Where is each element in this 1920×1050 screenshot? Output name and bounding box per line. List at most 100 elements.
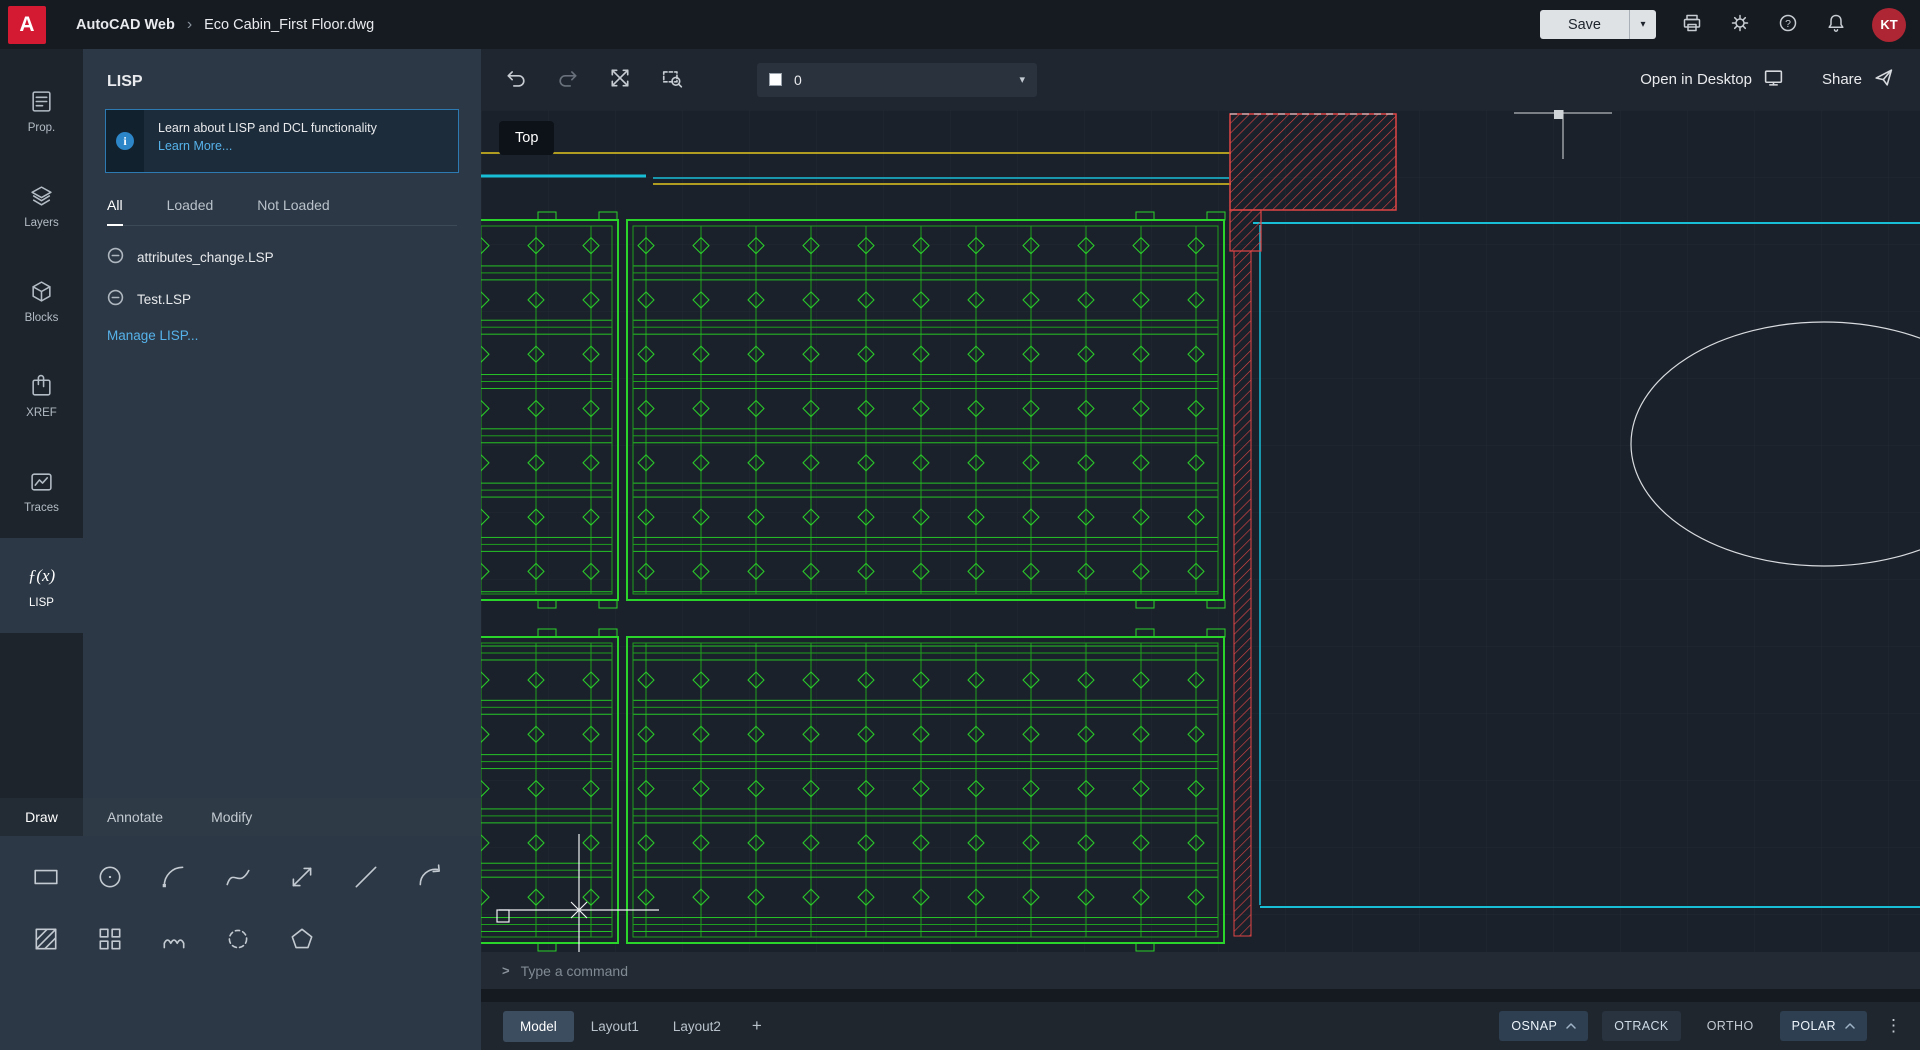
arc-tool-button[interactable] [154, 858, 194, 898]
rectangle-icon [32, 863, 60, 894]
tab-not-loaded[interactable]: Not Loaded [257, 197, 329, 225]
left-column: Prop. Layers Blocks XREF [0, 49, 481, 1050]
breadcrumb-app-name[interactable]: AutoCAD Web [76, 17, 175, 33]
circle-minus-icon[interactable] [107, 247, 124, 267]
status-menu-button[interactable]: ⋮ [1885, 1016, 1902, 1036]
otrack-toggle[interactable]: OTRACK [1602, 1011, 1681, 1041]
sidebar-item-label: Traces [24, 502, 59, 514]
share-button[interactable]: Share [1822, 67, 1894, 92]
tab-layout1[interactable]: Layout1 [574, 1011, 656, 1042]
svg-text:?: ? [1785, 18, 1791, 30]
list-item[interactable]: attributes_change.LSP [83, 236, 481, 278]
array-icon [96, 925, 124, 956]
undo-button[interactable] [503, 67, 529, 93]
sidebar-item-traces[interactable]: Traces [0, 443, 83, 538]
redo-icon [557, 67, 579, 92]
lisp-panel: LISP i Learn about LISP and DCL function… [83, 49, 481, 798]
undo-icon [505, 67, 527, 92]
blocks-icon [28, 278, 55, 305]
rectangle-tool-button[interactable] [26, 858, 66, 898]
zoom-extents-button[interactable] [607, 67, 633, 93]
bell-icon [1826, 13, 1846, 36]
polar-label: POLAR [1792, 1019, 1836, 1033]
panel-title: LISP [107, 73, 481, 91]
sidebar-item-properties[interactable]: Prop. [0, 63, 83, 158]
polygon-tool-button[interactable] [282, 920, 322, 960]
arc-icon [160, 863, 188, 894]
redo-button[interactable] [555, 67, 581, 93]
layer-value: 0 [794, 72, 802, 88]
osnap-toggle[interactable]: OSNAP [1499, 1011, 1588, 1041]
kebab-icon: ⋮ [1885, 1016, 1902, 1035]
tab-loaded[interactable]: Loaded [167, 197, 214, 225]
lisp-icon: ƒ(x) [28, 563, 55, 590]
donut-tool-button[interactable] [218, 920, 258, 960]
ortho-toggle[interactable]: ORTHO [1695, 1011, 1766, 1041]
drawing-canvas[interactable]: Top [481, 110, 1920, 952]
chevron-up-icon[interactable] [1845, 1023, 1855, 1029]
manage-lisp-link[interactable]: Manage LISP... [107, 328, 457, 343]
tab-all[interactable]: All [107, 197, 123, 226]
tab-layout2[interactable]: Layout2 [656, 1011, 738, 1042]
line-icon [352, 863, 380, 894]
notifications-button[interactable] [1824, 13, 1848, 37]
breadcrumb: AutoCAD Web › Eco Cabin_First Floor.dwg [76, 16, 374, 34]
circle-minus-icon[interactable] [107, 289, 124, 309]
osnap-label: OSNAP [1511, 1019, 1557, 1033]
otrack-label: OTRACK [1614, 1019, 1669, 1033]
sidebar-item-lisp[interactable]: ƒ(x) LISP [0, 538, 83, 633]
revision-cloud-icon [160, 925, 188, 956]
arc-segment-tool-button[interactable] [410, 858, 450, 898]
sidebar-item-blocks[interactable]: Blocks [0, 253, 83, 348]
sidebar-item-label: LISP [29, 597, 54, 609]
revision-cloud-tool-button[interactable] [154, 920, 194, 960]
lisp-file-name: Test.LSP [137, 292, 191, 307]
open-in-desktop-button[interactable]: Open in Desktop [1640, 67, 1784, 92]
hatch-tool-button[interactable] [26, 920, 66, 960]
chevron-up-icon[interactable] [1566, 1023, 1576, 1029]
zoom-extents-icon [609, 67, 631, 92]
app-window: A AutoCAD Web › Eco Cabin_First Floor.dw… [0, 0, 1920, 1050]
zoom-window-button[interactable] [659, 67, 685, 93]
monitor-icon [1763, 67, 1784, 92]
command-placeholder: Type a command [521, 963, 628, 979]
help-button[interactable]: ? [1776, 13, 1800, 37]
chevron-down-icon: ▾ [1640, 19, 1645, 30]
gear-icon [1730, 13, 1750, 36]
open-in-desktop-label: Open in Desktop [1640, 71, 1752, 88]
tool-row [14, 858, 467, 898]
print-icon [1682, 13, 1702, 36]
info-icon: i [116, 132, 134, 150]
tab-modify[interactable]: Modify [187, 798, 276, 836]
construction-line-tool-button[interactable] [282, 858, 322, 898]
array-tool-button[interactable] [90, 920, 130, 960]
sidebar-item-xref[interactable]: XREF [0, 348, 83, 443]
zoom-window-icon [661, 67, 683, 92]
circle-tool-button[interactable] [90, 858, 130, 898]
tab-draw[interactable]: Draw [0, 798, 83, 836]
lisp-info-box: i Learn about LISP and DCL functionality… [105, 109, 459, 173]
spline-tool-button[interactable] [218, 858, 258, 898]
line-tool-button[interactable] [346, 858, 386, 898]
list-item[interactable]: Test.LSP [83, 278, 481, 320]
command-line[interactable]: > Type a command [481, 952, 1920, 989]
sidebar-item-layers[interactable]: Layers [0, 158, 83, 253]
print-button[interactable] [1680, 13, 1704, 37]
draw-panel-tabs: Draw Annotate Modify [0, 798, 481, 836]
save-button[interactable]: Save [1540, 10, 1629, 39]
breadcrumb-separator: › [187, 16, 192, 34]
layer-dropdown[interactable]: 0 ▾ [757, 63, 1037, 97]
avatar[interactable]: KT [1872, 8, 1906, 42]
tab-annotate[interactable]: Annotate [83, 798, 187, 836]
view-cube-label[interactable]: Top [499, 121, 554, 155]
learn-more-link[interactable]: Learn More... [158, 139, 232, 153]
add-layout-button[interactable]: + [752, 1016, 762, 1036]
breadcrumb-file-name[interactable]: Eco Cabin_First Floor.dwg [204, 17, 374, 33]
polar-toggle[interactable]: POLAR [1780, 1011, 1867, 1041]
properties-icon [28, 88, 55, 115]
settings-button[interactable] [1728, 13, 1752, 37]
save-dropdown-button[interactable]: ▾ [1629, 10, 1656, 39]
tab-model[interactable]: Model [503, 1011, 574, 1042]
left-top: Prop. Layers Blocks XREF [0, 49, 481, 798]
info-text: Learn about LISP and DCL functionality [158, 121, 377, 135]
